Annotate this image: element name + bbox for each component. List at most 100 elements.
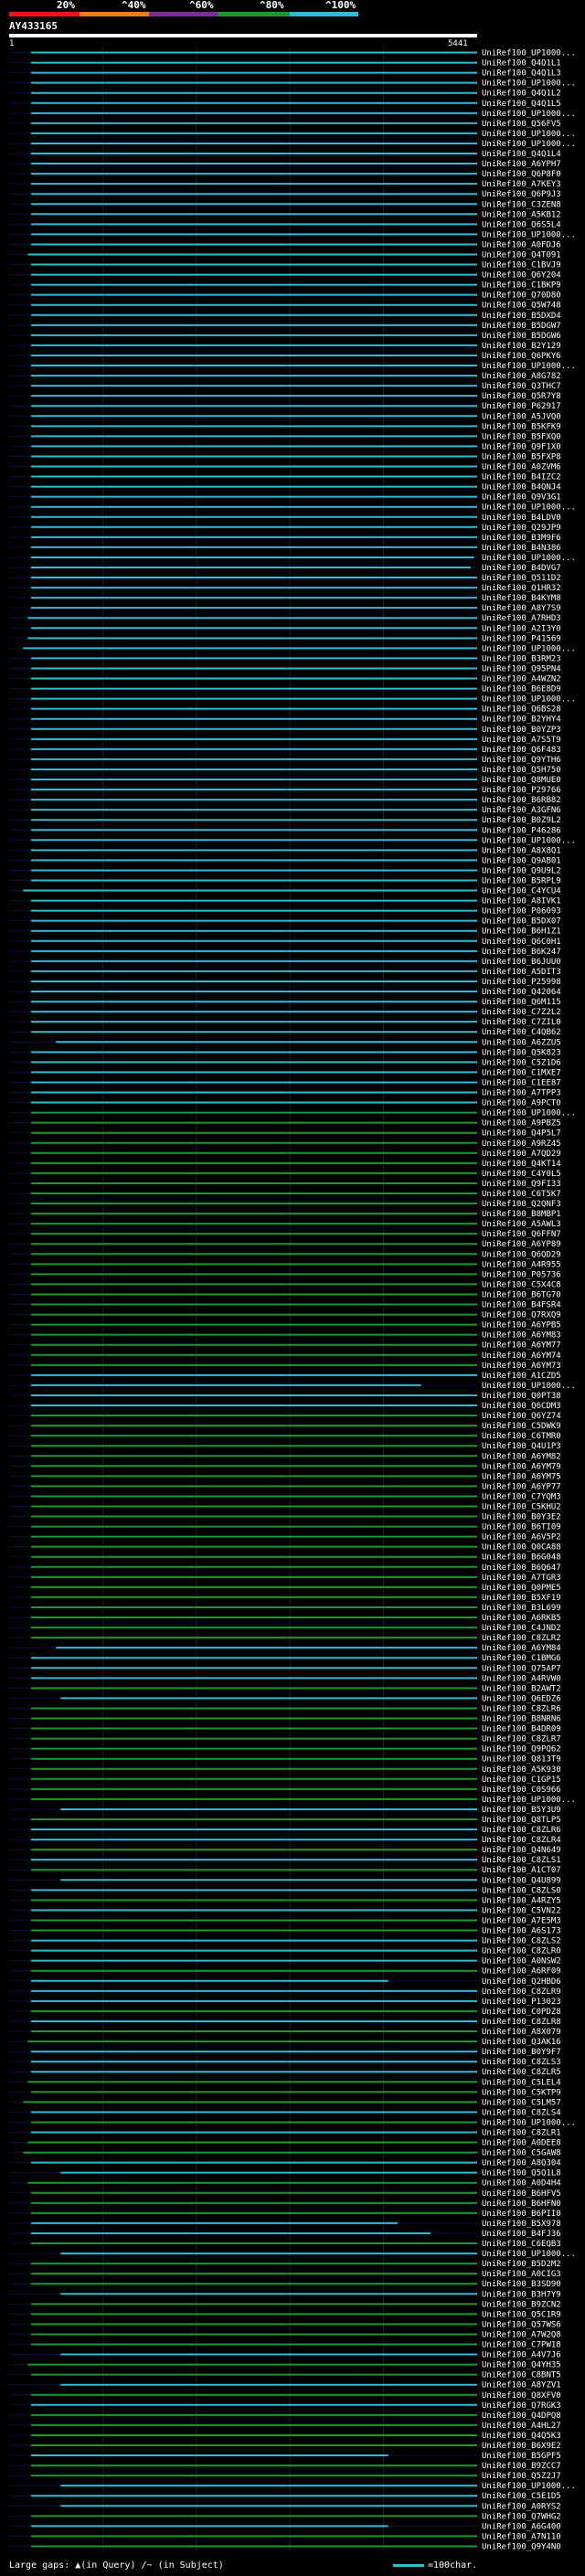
- hit-label[interactable]: UniRef100_Q4T091: [482, 250, 561, 260]
- hit-label[interactable]: UniRef100_Q4Q1L4: [482, 150, 561, 159]
- hit-label[interactable]: UniRef100_A0NSW2: [482, 1957, 561, 1966]
- hit-label[interactable]: UniRef100_P13023: [482, 1998, 561, 2007]
- hit-label[interactable]: UniRef100_A7E5M3: [482, 1916, 561, 1925]
- hit-label[interactable]: UniRef100_Q8MUE0: [482, 776, 561, 785]
- hit-label[interactable]: UniRef100_A6YPB5: [482, 1321, 561, 1330]
- hit-label[interactable]: UniRef100_A6YM73: [482, 1362, 561, 1371]
- hit-label[interactable]: UniRef100_A7TGR3: [482, 1574, 561, 1583]
- hit-label[interactable]: UniRef100_A6V5P2: [482, 1533, 561, 1542]
- hit-label[interactable]: UniRef100_B5KFK9: [482, 422, 561, 431]
- hit-label[interactable]: UniRef100_A7TPP3: [482, 1089, 561, 1098]
- hit-label[interactable]: UniRef100_A6YP89: [482, 1240, 561, 1249]
- hit-label[interactable]: UniRef100_B5FXQ0: [482, 432, 561, 441]
- hit-label[interactable]: UniRef100_C8ZLR4: [482, 1836, 561, 1845]
- hit-label[interactable]: UniRef100_B3L699: [482, 1604, 561, 1613]
- hit-label[interactable]: UniRef100_Q6EDZ6: [482, 1694, 561, 1703]
- hit-label[interactable]: UniRef100_Q4Q1L2: [482, 90, 561, 99]
- hit-label[interactable]: UniRef100_Q75AP7: [482, 1664, 561, 1673]
- hit-label[interactable]: UniRef100_Q6F483: [482, 746, 561, 755]
- hit-label[interactable]: UniRef100_A9PBZ5: [482, 1119, 561, 1129]
- hit-label[interactable]: UniRef100_C4YCU4: [482, 887, 561, 896]
- hit-label[interactable]: UniRef100_Q6QD29: [482, 1250, 561, 1259]
- hit-label[interactable]: UniRef100_UP1000...: [482, 130, 576, 139]
- hit-label[interactable]: UniRef100_Q5K823: [482, 1048, 561, 1057]
- hit-label[interactable]: UniRef100_B6G048: [482, 1553, 561, 1563]
- hit-label[interactable]: UniRef100_B6E8D9: [482, 685, 561, 694]
- hit-label[interactable]: UniRef100_C8ZLR2: [482, 1634, 561, 1643]
- hit-label[interactable]: UniRef100_C5DWK9: [482, 1422, 561, 1431]
- hit-label[interactable]: UniRef100_A0CIG3: [482, 2270, 561, 2279]
- hit-label[interactable]: UniRef100_Q813T9: [482, 1755, 561, 1765]
- hit-label[interactable]: UniRef100_C4Y0L5: [482, 1170, 561, 1179]
- hit-label[interactable]: UniRef100_C7PW18: [482, 2341, 561, 2350]
- hit-label[interactable]: UniRef100_Q8XFV0: [482, 2391, 561, 2401]
- hit-label[interactable]: UniRef100_C0PDZ8: [482, 2008, 561, 2017]
- hit-label[interactable]: UniRef100_UP1000...: [482, 49, 576, 58]
- hit-label[interactable]: UniRef100_A5DIT3: [482, 968, 561, 977]
- hit-label[interactable]: UniRef100_Q57WS6: [482, 2320, 561, 2329]
- hit-label[interactable]: UniRef100_UP1000...: [482, 230, 576, 239]
- hit-label[interactable]: UniRef100_A9PCT0: [482, 1099, 561, 1108]
- hit-label[interactable]: UniRef100_C5X4C8: [482, 1280, 561, 1289]
- hit-label[interactable]: UniRef100_A8X079: [482, 2028, 561, 2037]
- hit-label[interactable]: UniRef100_C8ZLR6: [482, 1826, 561, 1835]
- hit-label[interactable]: UniRef100_B9ZCN2: [482, 2300, 561, 2309]
- hit-label[interactable]: UniRef100_UP1000...: [482, 644, 576, 653]
- hit-label[interactable]: UniRef100_Q70D80: [482, 292, 561, 301]
- hit-label[interactable]: UniRef100_A0RYS2: [482, 2502, 561, 2511]
- hit-label[interactable]: UniRef100_Q4U899: [482, 1876, 561, 1885]
- hit-label[interactable]: UniRef100_C6T5K7: [482, 1190, 561, 1199]
- hit-label[interactable]: UniRef100_B5GPF5: [482, 2452, 561, 2461]
- hit-label[interactable]: UniRef100_C0S966: [482, 1786, 561, 1795]
- hit-label[interactable]: UniRef100_A5AWL3: [482, 1220, 561, 1229]
- hit-label[interactable]: UniRef100_UP1000...: [482, 2118, 576, 2127]
- hit-label[interactable]: UniRef100_UP1000...: [482, 362, 576, 371]
- hit-label[interactable]: UniRef100_B6K247: [482, 948, 561, 957]
- hit-label[interactable]: UniRef100_B5RPL9: [482, 876, 561, 885]
- hit-label[interactable]: UniRef100_Q7RXQ9: [482, 1311, 561, 1320]
- hit-label[interactable]: UniRef100_A6YPH7: [482, 160, 561, 169]
- hit-label[interactable]: UniRef100_A7KEY3: [482, 180, 561, 189]
- hit-label[interactable]: UniRef100_A6S173: [482, 1927, 561, 1936]
- hit-label[interactable]: UniRef100_B0YZP3: [482, 726, 561, 735]
- hit-label[interactable]: UniRef100_B5DXD4: [482, 312, 561, 321]
- hit-label[interactable]: UniRef100_Q8TLP5: [482, 1816, 561, 1825]
- hit-label[interactable]: UniRef100_B4N386: [482, 544, 561, 553]
- hit-label[interactable]: UniRef100_C8ZLS1: [482, 1856, 561, 1865]
- hit-label[interactable]: UniRef100_C5Z1D6: [482, 1058, 561, 1067]
- hit-label[interactable]: UniRef100_C8BNT5: [482, 2371, 561, 2380]
- hit-label[interactable]: UniRef100_Q3THC7: [482, 382, 561, 391]
- hit-label[interactable]: UniRef100_A4V7J6: [482, 2351, 561, 2360]
- hit-label[interactable]: UniRef100_C4JND2: [482, 1624, 561, 1633]
- hit-label[interactable]: UniRef100_Q5Z2J7: [482, 2472, 561, 2481]
- hit-label[interactable]: UniRef100_A0D4H4: [482, 2179, 561, 2189]
- hit-label[interactable]: UniRef100_Q29JP9: [482, 524, 561, 533]
- hit-label[interactable]: UniRef100_C5LM57: [482, 2098, 561, 2107]
- hit-label[interactable]: UniRef100_Q6BS28: [482, 705, 561, 715]
- hit-label[interactable]: UniRef100_B5D2M2: [482, 2260, 561, 2269]
- hit-label[interactable]: UniRef100_C8ZLS2: [482, 1937, 561, 1946]
- hit-label[interactable]: UniRef100_P41569: [482, 634, 561, 643]
- hit-label[interactable]: UniRef100_B5DGW6: [482, 332, 561, 341]
- hit-label[interactable]: UniRef100_B3M9F6: [482, 534, 561, 543]
- hit-label[interactable]: UniRef100_UP1000...: [482, 2250, 576, 2259]
- hit-label[interactable]: UniRef100_Q9PQ62: [482, 1745, 561, 1754]
- hit-label[interactable]: UniRef100_Q6CDM3: [482, 1402, 561, 1411]
- hit-label[interactable]: UniRef100_A0FDJ6: [482, 240, 561, 249]
- hit-label[interactable]: UniRef100_C8ZLR8: [482, 2018, 561, 2027]
- hit-label[interactable]: UniRef100_B6HFN0: [482, 2200, 561, 2209]
- hit-label[interactable]: UniRef100_Q9F1X0: [482, 442, 561, 451]
- hit-label[interactable]: UniRef100_A1CT07: [482, 1866, 561, 1875]
- hit-label[interactable]: UniRef100_Q42064: [482, 988, 561, 997]
- hit-label[interactable]: UniRef100_B5X978: [482, 2220, 561, 2229]
- hit-label[interactable]: UniRef100_Q9U9L2: [482, 866, 561, 875]
- hit-label[interactable]: UniRef100_C8ZLR9: [482, 1988, 561, 1997]
- hit-label[interactable]: UniRef100_Q6C0H1: [482, 938, 561, 947]
- hit-label[interactable]: UniRef100_UP1000...: [482, 1109, 576, 1118]
- hit-label[interactable]: UniRef100_C5GAW8: [482, 2149, 561, 2158]
- hit-label[interactable]: UniRef100_B4LDV0: [482, 514, 561, 523]
- hit-label[interactable]: UniRef100_B4DVG7: [482, 564, 561, 573]
- hit-label[interactable]: UniRef100_Q6P9J3: [482, 190, 561, 199]
- hit-label[interactable]: UniRef100_A6YP77: [482, 1482, 561, 1491]
- hit-label[interactable]: UniRef100_B2Y129: [482, 342, 561, 351]
